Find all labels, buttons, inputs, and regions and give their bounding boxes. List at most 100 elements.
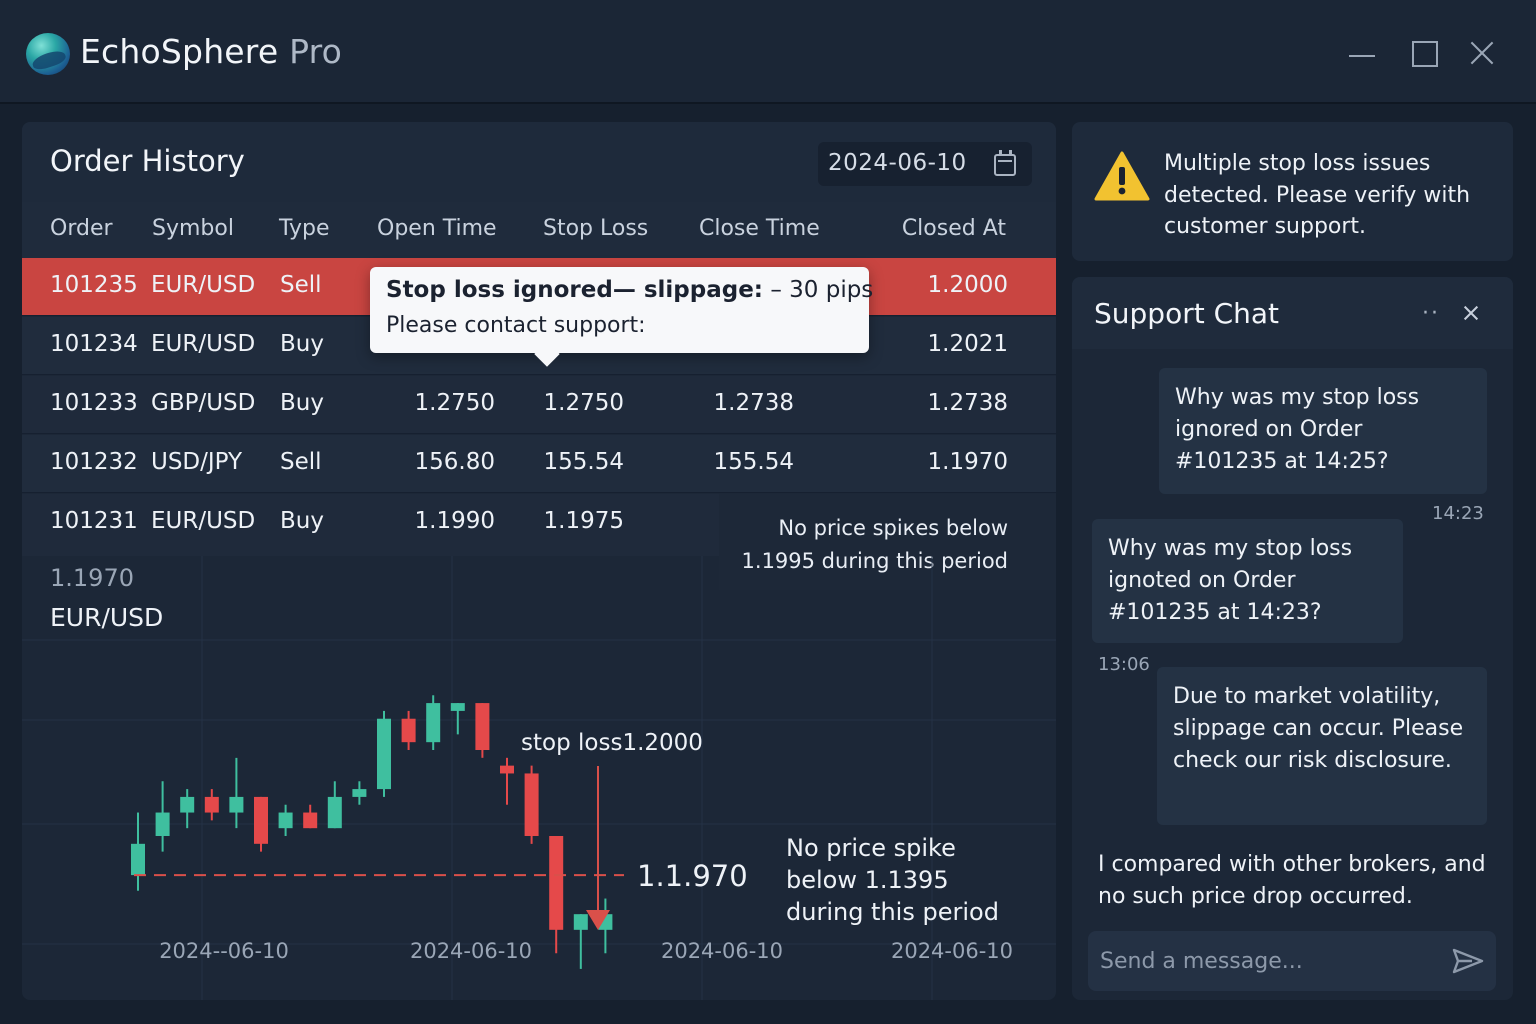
date-picker[interactable]: 2024-06-10 <box>818 142 1032 186</box>
calendar-icon[interactable] <box>994 150 1016 176</box>
order-closed-at: 1.2000 <box>927 272 1008 298</box>
candle-body <box>475 703 490 750</box>
candle-body <box>131 843 145 876</box>
order-symbol: EUR/USD <box>151 331 256 357</box>
chat-title: Support Chat <box>1094 297 1280 330</box>
x-tick-label: 2024-06-10 <box>661 939 783 963</box>
table-row[interactable]: 101233 GBP/USD Buy 1.2750 1.2750 1.2738 … <box>22 376 1056 434</box>
y-tick-label: 1.1970 <box>50 564 134 592</box>
candle-body <box>180 796 195 813</box>
minimize-icon[interactable] <box>1346 36 1380 70</box>
message-timestamp: 14:23 <box>1432 503 1484 524</box>
order-open-time: 156.80 <box>414 449 495 475</box>
candle-body <box>254 796 268 844</box>
candle-body <box>426 703 441 743</box>
candle-body <box>524 773 539 836</box>
stop-loss-label: stop loss1.2000 <box>521 730 703 756</box>
column-header-closed-at[interactable]: Closed At <box>902 216 1006 241</box>
price-chart[interactable]: EUR/USD 1.20001.20001.20001.1970 2024--0… <box>22 556 1056 1000</box>
column-header-symbol[interactable]: Symbol <box>152 216 234 241</box>
order-closed-at: 1.2738 <box>927 390 1008 416</box>
tooltip-slippage-value: – 30 pips <box>770 277 874 303</box>
candle-body <box>327 796 342 829</box>
x-tick-label: 2024-06-10 <box>410 939 532 963</box>
tooltip-line-2: Please contact support: <box>386 313 646 338</box>
x-tick-label: 2024--06-10 <box>159 939 289 963</box>
app-edition: Pro <box>289 32 343 71</box>
order-symbol: USD/JPY <box>151 449 243 475</box>
order-type: Sell <box>280 449 322 475</box>
app-logo-icon <box>26 33 70 75</box>
tooltip-bold-text: Stop loss ignored— slippage: <box>386 277 764 303</box>
chart-grid <box>22 556 1056 1000</box>
chart-annotation-line: below 1.1395 <box>786 866 949 894</box>
order-type: Buy <box>280 331 324 357</box>
message-input[interactable] <box>1100 943 1440 979</box>
candle-body <box>204 796 219 813</box>
order-stop-loss: 1.2750 <box>543 390 624 416</box>
stop-level-label: 1.1.970 <box>637 859 748 893</box>
warning-icon <box>1094 151 1150 201</box>
alert-text: Multiple stop loss issues detected. Plea… <box>1164 151 1471 239</box>
order-close-time: 155.54 <box>713 449 794 475</box>
order-symbol: EUR/USD <box>151 272 256 298</box>
candle-body <box>450 703 465 711</box>
column-header-type[interactable]: Type <box>279 216 330 241</box>
chat-message-support: Due to market volatility, slippage can o… <box>1157 667 1487 825</box>
chart-title: EUR/USD <box>50 603 163 632</box>
y-axis-ticks: 1.20001.20001.20001.1970 <box>50 564 134 592</box>
candle-body <box>573 914 588 930</box>
tooltip-line-1: Stop loss ignored— slippage: – 30 pips <box>386 277 873 303</box>
close-window-icon[interactable] <box>1466 36 1500 70</box>
order-closed-at: 1.1970 <box>927 449 1008 475</box>
candle-body <box>549 836 564 930</box>
candle-body <box>229 796 244 813</box>
table-row[interactable]: 101232 USD/JPY Sell 156.80 155.54 155.54… <box>22 435 1056 493</box>
order-close-time: 1.2738 <box>713 390 794 416</box>
app-title: EchoSphere Pro <box>80 32 342 71</box>
order-symbol: EUR/USD <box>151 508 256 534</box>
table-header: Order Symbol Type Open Time Stop Loss Cl… <box>22 202 1056 258</box>
candle-body <box>401 718 416 743</box>
candle-body <box>500 765 514 774</box>
order-closed-at: 1.2021 <box>927 331 1008 357</box>
column-header-open-time[interactable]: Open Time <box>377 216 497 241</box>
close-icon[interactable] <box>1462 303 1482 323</box>
candle-body <box>303 812 318 829</box>
order-id: 101234 <box>50 331 138 357</box>
date-value: 2024-06-10 <box>828 150 967 176</box>
column-header-stop-loss[interactable]: Stop Loss <box>543 216 648 241</box>
order-open-time: 1.2750 <box>414 390 495 416</box>
order-history-title: Order History <box>50 144 245 178</box>
order-type: Buy <box>280 390 324 416</box>
message-composer <box>1088 931 1496 991</box>
order-type: Sell <box>280 272 322 298</box>
chat-message-user: Why was my stop loss ignored on Order #1… <box>1159 368 1487 494</box>
send-icon[interactable] <box>1452 947 1484 975</box>
order-open-time: 1.1990 <box>414 508 495 534</box>
candle-body <box>155 812 170 836</box>
chat-message-user: Why was my stop loss ignoted on Order #1… <box>1092 519 1403 643</box>
x-axis-ticks: 2024--06-10 2024-06-10 2024-06-10 2024-06-1… <box>159 939 1013 963</box>
candle-body <box>278 812 293 829</box>
candle-body <box>352 789 367 797</box>
price-chart-svg[interactable]: EUR/USD 1.20001.20001.20001.1970 2024--0… <box>22 556 1056 1000</box>
x-tick-label: 2024-06-10 <box>891 939 1013 963</box>
order-stop-loss: 1.1975 <box>543 508 624 534</box>
column-header-order[interactable]: Order <box>50 216 113 241</box>
column-header-close-time[interactable]: Close Time <box>699 216 820 241</box>
chart-annotation-line: during this period <box>786 898 999 926</box>
alert-banner: Multiple stop loss issues detected. Plea… <box>1072 122 1513 261</box>
order-history-header: Order History 2024-06-10 <box>22 122 1056 202</box>
app-name: EchoSphere <box>80 32 279 71</box>
more-options-icon[interactable]: ·· <box>1422 301 1440 326</box>
chart-annotation-line: No price spike <box>786 834 956 862</box>
maximize-icon[interactable] <box>1408 36 1442 70</box>
chat-header: Support Chat ·· <box>1072 277 1513 349</box>
order-stop-loss: 155.54 <box>543 449 624 475</box>
order-history-panel: Order History 2024-06-10 Order Symbol Ty… <box>22 122 1056 1000</box>
order-type: Buy <box>280 508 324 534</box>
support-chat-panel: Support Chat ·· Why was my stop loss ign… <box>1072 277 1513 1000</box>
order-id: 101233 <box>50 390 138 416</box>
chart-annotation: No price spike below 1.1395 during this pe… <box>786 834 999 926</box>
